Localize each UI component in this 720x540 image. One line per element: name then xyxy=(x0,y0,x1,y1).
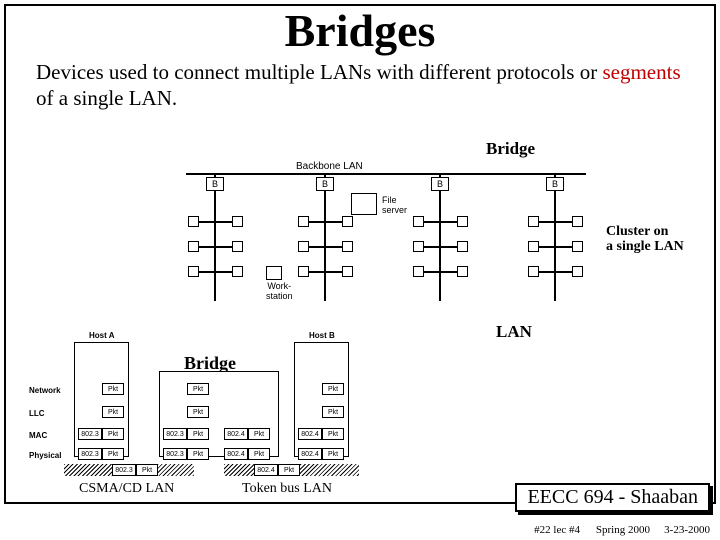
pkt-box: Pkt xyxy=(136,464,158,476)
row-network: Network xyxy=(29,386,61,395)
subtitle-pre: Devices used to connect multiple LANs wi… xyxy=(36,60,602,84)
pkt-box: Pkt xyxy=(187,428,209,440)
pkt-box: Pkt xyxy=(102,448,124,460)
p8023-box: 802.3 xyxy=(112,464,136,476)
subtitle-post: of a single LAN. xyxy=(36,86,177,110)
label-lan: LAN xyxy=(496,322,532,342)
p8024-box: 802.4 xyxy=(254,464,278,476)
footer-term: Spring 2000 xyxy=(596,524,650,536)
pkt-box: Pkt xyxy=(248,428,270,440)
p8023-box: 802.3 xyxy=(78,428,102,440)
host-b-label: Host B xyxy=(309,331,335,340)
bridge-box: B xyxy=(206,177,224,191)
top-diagram: Backbone LAN B B B B Fileserver xyxy=(186,161,606,321)
p8023-box: 802.3 xyxy=(78,448,102,460)
p8023-box: 802.3 xyxy=(163,448,187,460)
bridge-box: B xyxy=(431,177,449,191)
pkt-box: Pkt xyxy=(102,428,124,440)
row-llc: LLC xyxy=(29,409,45,418)
pkt-box: Pkt xyxy=(248,448,270,460)
pkt-box: Pkt xyxy=(102,406,124,418)
p8024-box: 802.4 xyxy=(298,448,322,460)
row-physical: Physical xyxy=(29,451,61,460)
pkt-box: Pkt xyxy=(278,464,300,476)
file-server-label: Fileserver xyxy=(382,195,407,215)
p8023-box: 802.3 xyxy=(163,428,187,440)
subtitle-segments: segments xyxy=(602,60,680,84)
csma-label: CSMA/CD LAN xyxy=(79,481,174,497)
bridge-stack xyxy=(159,371,279,457)
pkt-box: Pkt xyxy=(322,428,344,440)
label-cluster: Cluster ona single LAN xyxy=(606,224,684,255)
pkt-box: Pkt xyxy=(322,448,344,460)
p8024-box: 802.4 xyxy=(224,428,248,440)
bottom-diagram: Host A Host B Bridge Bridge Network LLC … xyxy=(34,331,474,506)
backbone-line xyxy=(186,173,586,175)
pkt-box: Pkt xyxy=(322,406,344,418)
pkt-box: Pkt xyxy=(187,383,209,395)
p8024-box: 802.4 xyxy=(224,448,248,460)
page-title: Bridges xyxy=(6,4,714,57)
bridge-box: B xyxy=(316,177,334,191)
footer-lec: #22 lec #4 xyxy=(534,524,580,536)
row-mac: MAC xyxy=(29,431,47,440)
pkt-box: Pkt xyxy=(187,448,209,460)
workstation-label: Work-station xyxy=(266,281,293,301)
pkt-box: Pkt xyxy=(322,383,344,395)
subtitle: Devices used to connect multiple LANs wi… xyxy=(6,57,714,111)
host-a-label: Host A xyxy=(89,331,114,340)
footer-date: 3-23-2000 xyxy=(664,524,710,536)
footer-course: EECC 694 - Shaaban xyxy=(515,483,710,512)
file-server-box xyxy=(351,193,377,215)
pkt-box: Pkt xyxy=(102,383,124,395)
pkt-box: Pkt xyxy=(187,406,209,418)
backbone-label: Backbone LAN xyxy=(296,161,363,172)
token-label: Token bus LAN xyxy=(242,481,332,497)
label-bridge: Bridge xyxy=(486,139,535,159)
bridge-box: B xyxy=(546,177,564,191)
p8024-box: 802.4 xyxy=(298,428,322,440)
